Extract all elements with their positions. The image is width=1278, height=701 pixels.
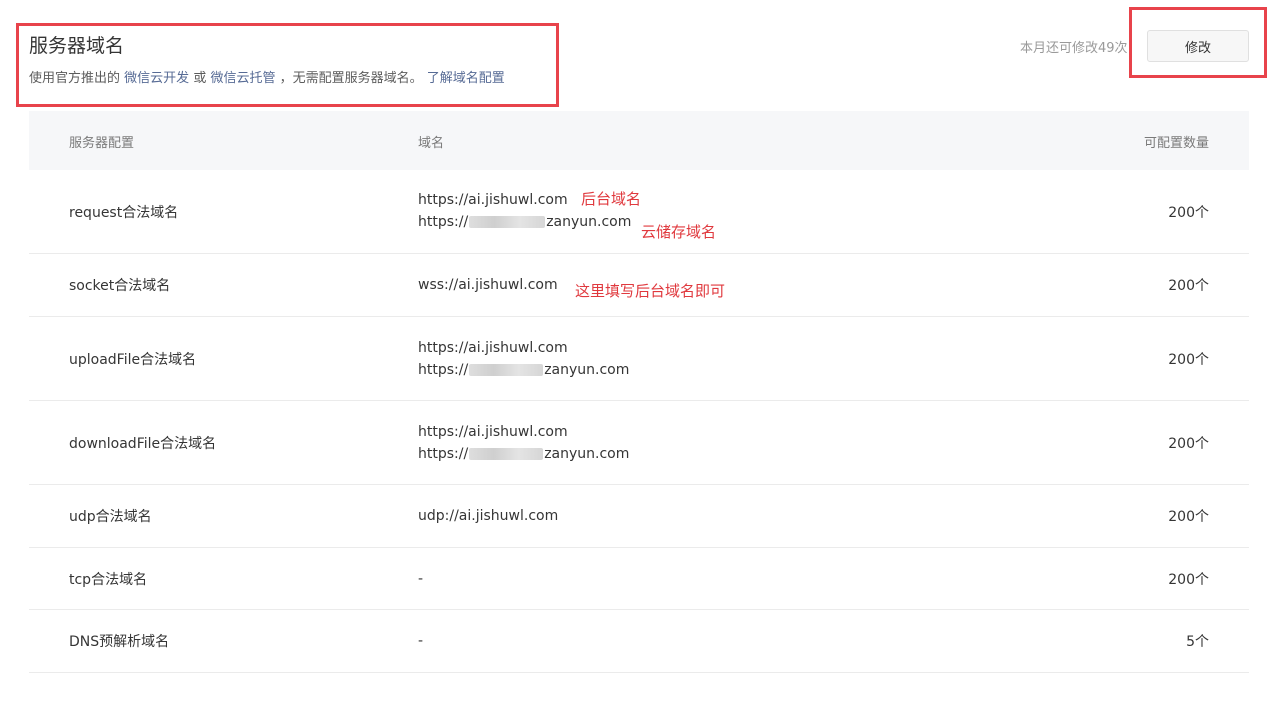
redacted-blur [469, 216, 546, 228]
table-header: 服务器配置 域名 可配置数量 [29, 111, 1249, 170]
row-count: 200个 [1168, 509, 1209, 525]
col-count-header: 可配置数量 [1143, 136, 1209, 151]
row-count: 200个 [1168, 205, 1209, 221]
domain-line-redacted: https:// zanyun.com [418, 443, 629, 465]
row-domains: udp://ai.jishuwl.com [418, 505, 558, 527]
domain-line: https://ai.jishuwl.com [418, 340, 568, 356]
domain-line: udp://ai.jishuwl.com [418, 508, 559, 524]
domain-line-redacted: https:// zanyun.com [418, 211, 631, 233]
row-domains: https://ai.jishuwl.com https:// zanyun.co… [418, 421, 629, 465]
row-domains: wss://ai.jishuwl.com [418, 274, 558, 296]
col-config-header: 服务器配置 [69, 136, 135, 151]
table-row: uploadFile合法域名 https://ai.jishuwl.com ht… [29, 317, 1249, 401]
domain-line: - [418, 633, 424, 649]
domain-suffix: zanyun.com [546, 214, 632, 230]
domain-prefix: https:// [418, 214, 469, 230]
row-count: 200个 [1168, 572, 1209, 588]
row-name: request合法域名 [69, 205, 179, 221]
domain-prefix: https:// [418, 446, 469, 462]
domain-prefix: https:// [418, 362, 469, 378]
col-domain-header: 域名 [418, 136, 445, 151]
row-name: downloadFile合法域名 [69, 436, 217, 452]
table-row: request合法域名 https://ai.jishuwl.com https… [29, 170, 1249, 254]
table-row: downloadFile合法域名 https://ai.jishuwl.com … [29, 401, 1249, 485]
redacted-blur [469, 364, 544, 376]
domain-line: - [418, 571, 424, 587]
redacted-blur [469, 448, 544, 460]
table-row: udp合法域名 udp://ai.jishuwl.com 200个 [29, 485, 1249, 548]
row-name: tcp合法域名 [69, 572, 148, 588]
annotation-backend-domain: 后台域名 [581, 190, 642, 208]
domain-suffix: zanyun.com [544, 446, 630, 462]
row-domains: https://ai.jishuwl.com https:// zanyun.co… [418, 337, 629, 381]
modify-highlight-box [1129, 7, 1267, 78]
annotation-storage-domain: 云储存域名 [641, 223, 717, 241]
header-highlight-box [16, 23, 559, 107]
table-row: DNS预解析域名 - 5个 [29, 610, 1249, 673]
row-name: socket合法域名 [69, 278, 171, 294]
quota-text: 本月还可修改49次 [1020, 41, 1128, 56]
domain-line: https://ai.jishuwl.com [418, 424, 568, 440]
row-name: DNS预解析域名 [69, 634, 170, 650]
domain-line-redacted: https:// zanyun.com [418, 359, 629, 381]
annotation-socket-hint: 这里填写后台域名即可 [575, 282, 726, 300]
row-count: 200个 [1168, 436, 1209, 452]
row-domains: - [418, 630, 423, 652]
row-count: 200个 [1168, 278, 1209, 294]
row-name: uploadFile合法域名 [69, 352, 197, 368]
row-count: 200个 [1168, 352, 1209, 368]
row-domains: - [418, 568, 423, 590]
domain-suffix: zanyun.com [544, 362, 630, 378]
row-name: udp合法域名 [69, 509, 152, 525]
domain-line: wss://ai.jishuwl.com [418, 277, 558, 293]
row-count: 5个 [1186, 634, 1209, 650]
table-row: tcp合法域名 - 200个 [29, 548, 1249, 610]
